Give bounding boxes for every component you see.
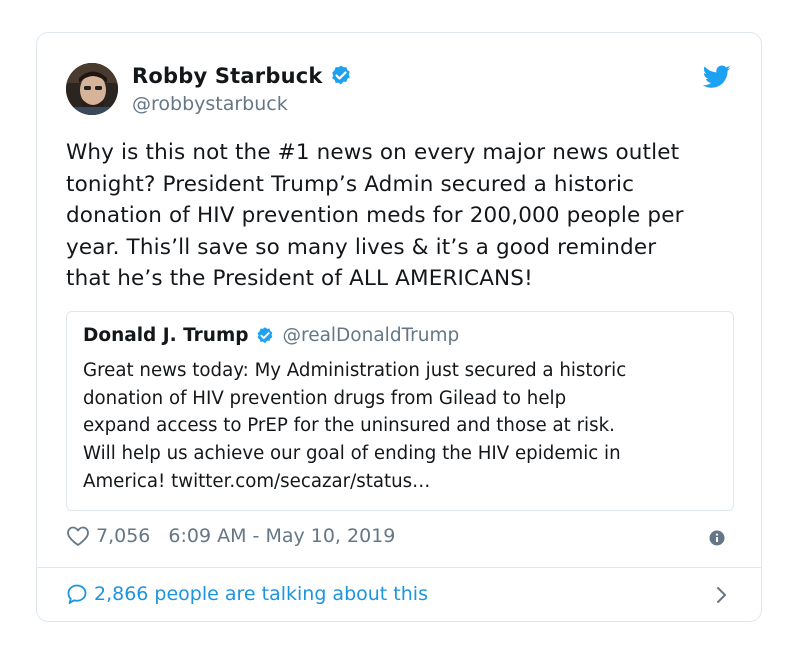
chevron-right-icon[interactable] <box>715 585 729 605</box>
quoted-author-handle: @realDonaldTrump <box>282 325 460 346</box>
talking-count-label: 2,866 people are talking about this <box>94 583 428 605</box>
quoted-tweet-text: Great news today: My Administration just… <box>83 360 627 492</box>
like-count[interactable]: 7,056 <box>96 525 150 547</box>
heart-icon[interactable] <box>66 525 90 547</box>
quoted-tweet[interactable]: Donald J. Trump @realDonaldTrump Great n… <box>66 311 734 511</box>
timestamp[interactable]: 6:09 AM - May 10, 2019 <box>168 525 395 547</box>
twitter-bird-icon[interactable] <box>702 65 731 89</box>
avatar[interactable] <box>66 63 118 115</box>
tweet-card: Robby Starbuck @robbystarbuck Why is thi… <box>36 32 762 622</box>
info-icon[interactable] <box>709 530 725 546</box>
verified-icon <box>255 326 275 346</box>
author-name[interactable]: Robby Starbuck <box>132 64 323 88</box>
tweet-text: Why is this not the #1 news on every maj… <box>66 140 684 292</box>
quoted-author-name: Donald J. Trump <box>83 325 249 346</box>
reply-bubble-icon <box>66 583 88 605</box>
author-handle[interactable]: @robbystarbuck <box>132 93 288 115</box>
divider <box>37 567 761 568</box>
conversation-link[interactable]: 2,866 people are talking about this <box>66 583 428 605</box>
verified-icon <box>329 64 353 88</box>
